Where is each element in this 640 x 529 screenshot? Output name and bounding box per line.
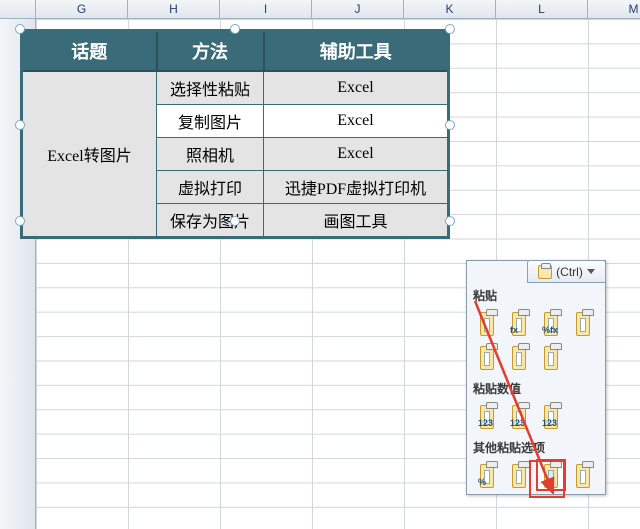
column-header[interactable]: K	[404, 0, 496, 18]
resize-handle[interactable]	[230, 216, 240, 226]
resize-handle[interactable]	[15, 216, 25, 226]
method-cell: 选择性粘贴	[157, 71, 264, 105]
section-title: 粘贴	[467, 283, 605, 306]
paste-option-no-border[interactable]	[473, 342, 501, 372]
paste-option-link[interactable]	[505, 460, 533, 490]
chevron-down-icon	[587, 269, 595, 274]
section-title: 粘贴数值	[467, 376, 605, 399]
column-header[interactable]: M	[588, 0, 640, 18]
paste-option-column-width[interactable]	[505, 342, 533, 372]
paste-options-button[interactable]: (Ctrl)	[527, 260, 606, 283]
paste-option-values-format[interactable]: 123	[537, 401, 565, 431]
column-header[interactable]: H	[128, 0, 220, 18]
paste-option-values-number[interactable]: 123	[505, 401, 533, 431]
resize-handle[interactable]	[445, 24, 455, 34]
paste-options-label: (Ctrl)	[556, 265, 583, 279]
paste-option-picture[interactable]	[537, 460, 565, 490]
paste-option-keep-format[interactable]	[569, 308, 597, 338]
resize-handle[interactable]	[15, 120, 25, 130]
method-cell: 保存为图片	[157, 204, 264, 238]
paste-option-formulas-number[interactable]: %fx	[537, 308, 565, 338]
resize-handle[interactable]	[445, 120, 455, 130]
tool-cell: Excel	[264, 105, 449, 138]
column-header-row: G H I J K L M	[0, 0, 640, 19]
section-title: 其他粘贴选项	[467, 435, 605, 458]
method-cell: 虚拟打印	[157, 171, 264, 204]
topic-cell: Excel转图片	[22, 71, 157, 238]
embedded-table: 话题 方法 辅助工具 Excel转图片 选择性粘贴 Excel 复制图片 Exc…	[20, 29, 450, 239]
select-all-corner[interactable]	[0, 0, 36, 18]
paste-option-values[interactable]: 123	[473, 401, 501, 431]
method-cell: 照相机	[157, 138, 264, 171]
clipboard-icon	[538, 265, 552, 279]
resize-handle[interactable]	[230, 24, 240, 34]
paste-option-formatting[interactable]: %	[473, 460, 501, 490]
column-header[interactable]: L	[496, 0, 588, 18]
column-header[interactable]: G	[36, 0, 128, 18]
column-header[interactable]: I	[220, 0, 312, 18]
resize-handle[interactable]	[445, 216, 455, 226]
column-header[interactable]: J	[312, 0, 404, 18]
resize-handle[interactable]	[15, 24, 25, 34]
tool-cell: 迅捷PDF虚拟打印机	[264, 171, 449, 204]
paste-options-popup: (Ctrl) 粘贴 fx %fx 粘贴数值 123 123 123 其他粘贴选项…	[466, 260, 606, 495]
paste-option-linked-picture[interactable]	[569, 460, 597, 490]
table-row: Excel转图片 选择性粘贴 Excel	[22, 71, 449, 105]
paste-option-all[interactable]	[473, 308, 501, 338]
paste-option-formulas[interactable]: fx	[505, 308, 533, 338]
selected-object-frame[interactable]: 话题 方法 辅助工具 Excel转图片 选择性粘贴 Excel 复制图片 Exc…	[20, 29, 450, 221]
tool-cell: 画图工具	[264, 204, 449, 238]
tool-cell: Excel	[264, 71, 449, 105]
table-header: 话题	[22, 31, 157, 72]
tool-cell: Excel	[264, 138, 449, 171]
method-cell: 复制图片	[157, 105, 264, 138]
paste-option-transpose[interactable]	[537, 342, 565, 372]
table-header: 方法	[157, 31, 264, 72]
table-header: 辅助工具	[264, 31, 449, 72]
